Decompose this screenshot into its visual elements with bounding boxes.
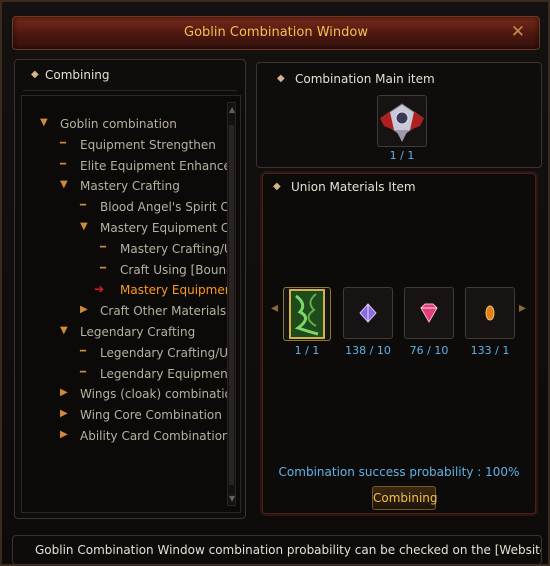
expand-arrow-icon: ▼: [80, 220, 88, 232]
material-count-3: 76 / 10: [409, 344, 449, 357]
notice-bar: Goblin Combination Window combination pr…: [12, 535, 542, 565]
main-item-panel: ◆ Combination Main item 1 / 1: [256, 62, 542, 168]
orange-gem-icon: [485, 305, 495, 321]
diamond-icon: ◆: [277, 73, 285, 84]
expand-arrow-icon: ▼: [60, 179, 68, 191]
tree-item-label: Mastery Crafting: [80, 179, 180, 194]
scrollbar[interactable]: ▲ ▼: [227, 102, 236, 506]
success-probability: Combination success probability : 100%: [278, 465, 520, 479]
selected-arrow-icon: ➔: [94, 282, 105, 297]
expand-arrow-icon: ▼: [40, 117, 48, 128]
main-item-count: 1 / 1: [389, 149, 415, 162]
purple-gem-icon: [359, 303, 377, 323]
pink-gem-icon: [420, 303, 438, 324]
divider: [23, 90, 237, 91]
dash-icon: ━: [80, 345, 87, 357]
material-slot-3[interactable]: [404, 287, 454, 339]
left-panel: ◆ Combining ▼ Goblin combination ━ Equipmen…: [14, 59, 246, 519]
category-tree: ▼ Goblin combination ━ Equipment Strengthen…: [21, 95, 241, 513]
tree-item[interactable]: ▶ Craft Other Materials: [22, 301, 228, 322]
tree-item-label: Ability Card Combination: [80, 428, 228, 443]
tree-item-label: Elite Equipment Enhancemer: [80, 158, 228, 173]
tree-item-label: Blood Angel's Spirit Craft: [100, 200, 228, 215]
scroll-up-icon[interactable]: ▲: [229, 105, 235, 114]
dash-icon: ━: [80, 366, 87, 378]
tree-item-label: Mastery Crafting/Upg: [120, 241, 228, 256]
tree-item-label: Mastery Equipment T: [120, 283, 228, 298]
goblin-combination-window: Goblin Combination Window ✕ ◆ Combining …: [0, 0, 550, 566]
tree-item[interactable]: ━ Legendary Crafting/Upgra: [22, 343, 228, 364]
dash-icon: ━: [60, 158, 67, 170]
notice-text: Goblin Combination Window combination pr…: [35, 543, 542, 557]
scroll-thumb[interactable]: [229, 125, 234, 485]
tree-item[interactable]: ➔ Mastery Equipment T: [22, 280, 228, 301]
material-slot-1[interactable]: [283, 287, 331, 341]
expand-arrow-icon: ▼: [60, 324, 68, 336]
tree-item[interactable]: ━ Craft Using [Bound] M: [22, 260, 228, 281]
tree-item[interactable]: ▼ Legendary Crafting: [22, 322, 228, 343]
window-title: Goblin Combination Window: [184, 25, 368, 40]
dash-icon: ━: [100, 262, 107, 274]
tree-item[interactable]: ▶ Ability Card Combination: [22, 426, 228, 447]
close-icon[interactable]: ✕: [511, 22, 525, 42]
left-panel-title: Combining: [45, 68, 110, 82]
tree-item-label: Legendary Crafting: [80, 324, 196, 339]
tree-item-label: Goblin combination: [60, 117, 177, 131]
material-slot-4[interactable]: [465, 287, 515, 339]
tree-item[interactable]: ━ Equipment Strengthen: [22, 135, 228, 156]
tree-item[interactable]: ━ Blood Angel's Spirit Craft: [22, 197, 228, 218]
dash-icon: ━: [80, 200, 87, 212]
dash-icon: ━: [60, 137, 67, 149]
collapse-arrow-icon: ▶: [80, 304, 88, 316]
left-panel-header: ◆ Combining: [31, 68, 110, 82]
material-count-2: 138 / 10: [345, 344, 391, 357]
tree-item[interactable]: ━ Legendary Equipment Tra: [22, 364, 228, 385]
tree-item[interactable]: ━ Elite Equipment Enhancemer: [22, 156, 228, 177]
diamond-icon: ◆: [273, 181, 281, 192]
collapse-arrow-icon: ▶: [60, 408, 68, 420]
tree-item[interactable]: ▶ Wings (cloak) combination: [22, 384, 228, 405]
collapse-arrow-icon: ▶: [60, 387, 68, 399]
material-count-4: 133 / 1: [470, 344, 510, 357]
green-scroll-icon: [289, 289, 325, 339]
tree-item-label: Mastery Equipment Craft: [100, 220, 228, 235]
tree-list: ▼ Goblin combination ━ Equipment Strengthen…: [22, 114, 228, 447]
main-item-slot[interactable]: [377, 95, 427, 147]
tree-item-label: Legendary Crafting/Upgra: [100, 345, 228, 360]
tree-item[interactable]: ▼ Mastery Crafting: [22, 176, 228, 197]
tree-item-label: Craft Using [Bound] M: [120, 262, 228, 277]
ornament-right-icon: ▸: [519, 300, 527, 316]
diamond-icon: ◆: [31, 69, 39, 80]
tree-item-label: Legendary Equipment Tra: [100, 366, 228, 381]
tree-item[interactable]: ▼ Goblin combination: [22, 114, 228, 135]
tree-item-label: Equipment Strengthen: [80, 137, 216, 152]
scroll-down-icon[interactable]: ▼: [229, 494, 235, 503]
tree-item-label: Wings (cloak) combination: [80, 387, 228, 402]
dash-icon: ━: [100, 241, 107, 253]
materials-header: Union Materials Item: [291, 180, 416, 194]
tree-item-label: Wing Core Combination: [80, 408, 222, 423]
tree-item[interactable]: ━ Mastery Crafting/Upg: [22, 239, 228, 260]
tree-item[interactable]: ▼ Mastery Equipment Craft: [22, 218, 228, 239]
title-bar[interactable]: Goblin Combination Window ✕: [12, 16, 540, 50]
material-slot-2[interactable]: [343, 287, 393, 339]
tree-item[interactable]: ▶ Wing Core Combination: [22, 405, 228, 426]
ornament-left-icon: ◂: [271, 300, 279, 316]
armor-emblem-icon: [380, 103, 424, 142]
collapse-arrow-icon: ▶: [60, 428, 68, 440]
union-materials-panel: ◆ Union Materials Item ◂ ▸ 1 / 1 138 / 1…: [262, 173, 536, 514]
combining-button[interactable]: Combining: [372, 486, 438, 510]
tree-item-label: Craft Other Materials: [100, 304, 227, 319]
main-item-header: Combination Main item: [295, 72, 435, 86]
material-count-1: 1 / 1: [294, 344, 320, 357]
